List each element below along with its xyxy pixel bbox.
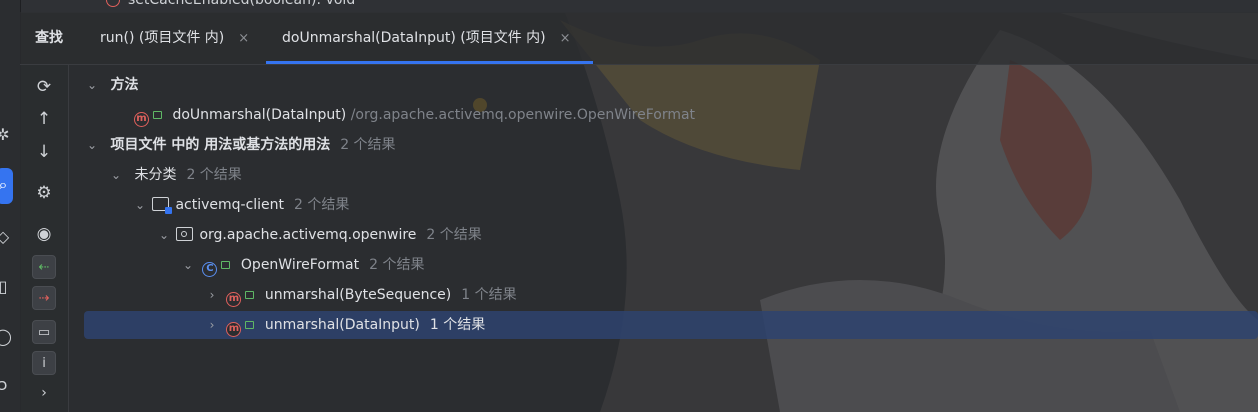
diamond-icon[interactable]: ◇ [0, 228, 12, 246]
tree-node-target-method[interactable]: m doUnmarshal(DataInput) /org.apache.act… [84, 101, 1258, 129]
usages-tree: ⌄ 方法 m doUnmarshal(DataInput) /org.apach… [68, 65, 1258, 412]
tree-node-result-selected[interactable]: › m unmarshal(DataInput) 1 个结果 [84, 311, 1258, 339]
tree-node-package[interactable]: ⌄ org.apache.activemq.openwire 2 个结果 [84, 221, 1258, 249]
class-name: OpenWireFormat [240, 257, 360, 273]
lock-icon [245, 321, 255, 329]
search-icon[interactable]: ⌕ [0, 176, 12, 194]
find-tab-bar: 查找 run() (项目文件 内) × doUnmarshal(DataInput… [20, 12, 1258, 65]
result-count: 2 个结果 [294, 197, 350, 213]
method-icon: m [226, 292, 242, 307]
result-method-name: unmarshal(DataInput) [264, 317, 420, 333]
method-icon [106, 0, 120, 7]
previous-result-text: setCacheEnabled(boolean): void [128, 0, 356, 8]
class-icon: C [202, 262, 218, 277]
result-count: 2 个结果 [340, 137, 396, 153]
close-icon[interactable]: × [560, 31, 571, 46]
eye-icon[interactable]: ◉ [32, 222, 56, 246]
method-path: /org.apache.activemq.openwire.OpenWireFo… [350, 107, 696, 123]
tab-dounmarshal[interactable]: doUnmarshal(DataInput) (项目文件 内) × [266, 12, 592, 64]
tree-node-class[interactable]: ⌄ C OpenWireFormat 2 个结果 [84, 251, 1258, 279]
tab-run[interactable]: run() (项目文件 内) × [100, 12, 249, 64]
method-icon: m [134, 112, 149, 127]
info-icon[interactable]: i [32, 351, 56, 375]
find-toolbar: ⟳ ↑ ↓ ⚙ ◉ ⇠ ⇢ ▭ i › [20, 65, 69, 412]
close-icon[interactable]: × [238, 31, 249, 46]
tab-label: run() (项目文件 内) [100, 30, 225, 46]
chevron-down-icon[interactable]: ⌄ [156, 221, 172, 249]
method-name: doUnmarshal(DataInput) [172, 107, 347, 123]
left-tool-strip: ✲ ⌕ ◇ ▯ ◯ ɔ [0, 0, 21, 412]
hook-icon[interactable]: ɔ [0, 376, 12, 394]
tree-node-result[interactable]: › m unmarshal(ByteSequence) 1 个结果 [84, 281, 1258, 309]
module-folder-icon [152, 197, 173, 214]
chevron-down-icon[interactable]: ⌄ [84, 131, 100, 159]
usages-header: 项目文件 中的 用法或基方法的用法 [110, 137, 331, 153]
method-icon: m [226, 322, 242, 337]
chevron-right-icon[interactable]: › [204, 311, 220, 339]
uncategorized-label: 未分类 [134, 167, 177, 183]
result-method-name: unmarshal(ByteSequence) [264, 287, 452, 303]
tree-node-usages[interactable]: ⌄ 项目文件 中的 用法或基方法的用法 2 个结果 [84, 131, 1258, 159]
chevron-right-icon[interactable]: › [32, 381, 56, 405]
package-folder-icon [176, 227, 194, 241]
folder-icon[interactable]: ▭ [32, 320, 56, 344]
result-count: 2 个结果 [369, 257, 425, 273]
chevron-down-icon[interactable]: ⌄ [84, 71, 100, 99]
gear-icon[interactable]: ✲ [0, 126, 12, 144]
arrow-down-icon[interactable]: ↓ [32, 140, 56, 164]
chevron-right-icon[interactable]: › [204, 281, 220, 309]
circle-icon[interactable]: ◯ [0, 328, 12, 346]
chevron-down-icon[interactable]: ⌄ [180, 251, 196, 279]
refresh-icon[interactable]: ⟳ [32, 75, 56, 99]
export-icon[interactable]: ⇢ [32, 286, 56, 310]
tab-label: doUnmarshal(DataInput) (项目文件 内) [282, 30, 546, 46]
method-header: 方法 [110, 77, 139, 93]
chevron-down-icon[interactable]: ⌄ [108, 161, 124, 189]
import-icon[interactable]: ⇠ [32, 255, 56, 279]
result-count: 2 个结果 [426, 227, 482, 243]
lock-icon [153, 111, 162, 119]
chevron-down-icon[interactable]: ⌄ [132, 191, 148, 219]
result-count: 2 个结果 [186, 167, 242, 183]
tree-node-uncategorized[interactable]: ⌄ 未分类 2 个结果 [84, 161, 1258, 189]
panel-icon[interactable]: ▯ [0, 278, 12, 296]
lock-icon [245, 291, 255, 299]
tree-node-methods[interactable]: ⌄ 方法 [84, 71, 1258, 99]
result-count: 1 个结果 [429, 317, 486, 333]
find-label: 查找 [35, 30, 63, 46]
lock-icon [221, 261, 231, 269]
module-name: activemq-client [175, 197, 285, 213]
result-count: 1 个结果 [461, 287, 517, 303]
package-name: org.apache.activemq.openwire [199, 227, 417, 243]
tree-node-module[interactable]: ⌄ activemq-client 2 个结果 [84, 191, 1258, 219]
arrow-up-icon[interactable]: ↑ [32, 107, 56, 131]
settings-icon[interactable]: ⚙ [32, 181, 56, 205]
